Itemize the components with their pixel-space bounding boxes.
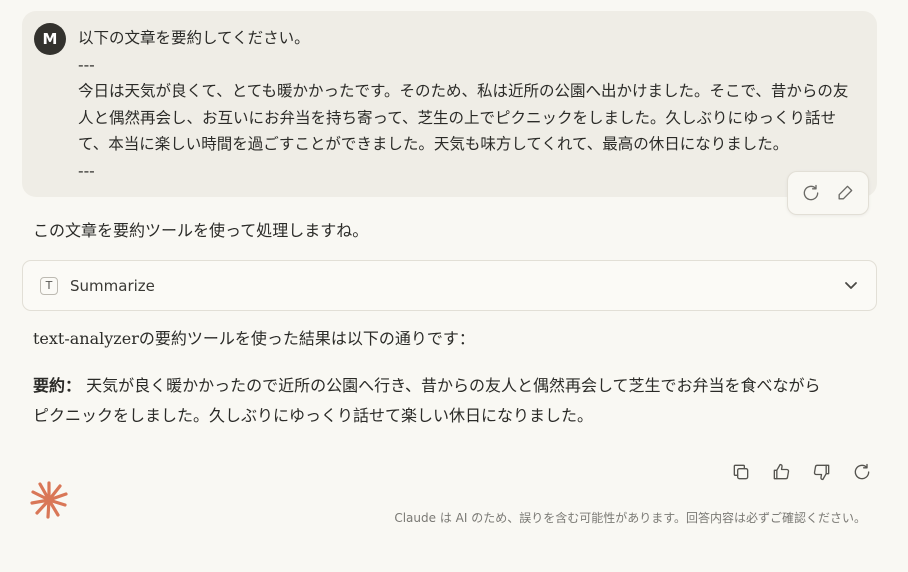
user-message-line: 今日は天気が良くて、とても暖かかったです。そのため、私は近所の公園へ出かけました…	[78, 82, 849, 153]
thumbs-down-icon[interactable]	[810, 460, 834, 484]
user-message-bubble: M 以下の文章を要約してください。 --- 今日は天気が良くて、とても暖かかった…	[22, 11, 877, 197]
user-avatar: M	[34, 23, 66, 55]
summary-text: 天気が良く暖かかったので近所の公園へ行き、昔からの友人と偶然再会して芝生でお弁当…	[33, 376, 821, 425]
tool-name: Summarize	[70, 276, 155, 295]
retry-icon[interactable]	[850, 460, 874, 484]
user-message-line: 以下の文章を要約してください。	[78, 29, 310, 47]
assistant-summary: 要約： 天気が良く暖かかったので近所の公園へ行き、昔からの友人と偶然再会して芝生…	[33, 371, 833, 431]
pencil-icon[interactable]	[833, 181, 857, 205]
tool-call-summarize[interactable]: T Summarize	[22, 260, 877, 311]
user-message-text: 以下の文章を要約してください。 --- 今日は天気が良くて、とても暖かかったです…	[78, 25, 863, 184]
copy-icon[interactable]	[729, 460, 753, 484]
thumbs-up-icon[interactable]	[769, 460, 793, 484]
summary-label: 要約：	[33, 376, 82, 395]
response-actions	[729, 458, 874, 486]
assistant-intro-text: この文章を要約ツールを使って処理しますね。	[33, 221, 369, 240]
assistant-result-line: text-analyzerの要約ツールを使った結果は以下の通りです：	[33, 329, 475, 348]
user-message-line: ---	[78, 55, 95, 74]
retry-icon[interactable]	[799, 181, 823, 205]
user-message-line: ---	[78, 161, 95, 180]
chevron-down-icon[interactable]	[843, 277, 859, 293]
tool-badge: T	[40, 276, 58, 295]
claude-logo-icon	[29, 480, 69, 520]
message-actions	[787, 171, 869, 215]
ai-disclaimer: Claude は AI のため、誤りを含む可能性があります。回答内容は必ずご確認…	[394, 511, 866, 525]
